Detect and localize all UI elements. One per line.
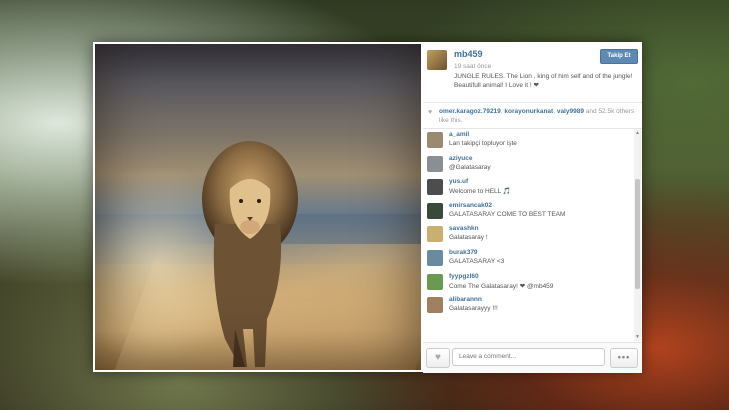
comments-list: a_amil Lan takipçi topluyor işte aziyuce @G… xyxy=(423,129,634,341)
commenter-avatar[interactable] xyxy=(427,273,443,290)
like-user-link[interactable]: valy9989 xyxy=(557,108,584,115)
commenter-avatar[interactable] xyxy=(427,297,443,314)
post-header: mb459 19 saat önce JUNGLE RULES. The Lio… xyxy=(423,42,642,103)
commenter-username[interactable]: savashkn xyxy=(449,225,479,232)
comment-item: fyypgzl60 Come The Galatasaray! ❤ @mb459 xyxy=(423,271,634,295)
commenter-avatar[interactable] xyxy=(427,132,443,148)
comment-text: Lan takipçi topluyor işte xyxy=(449,140,517,147)
commenter-avatar[interactable] xyxy=(427,202,443,219)
comments-scrollbar[interactable]: ▲ ▼ xyxy=(634,129,641,341)
commenter-username[interactable]: alibarannn xyxy=(449,296,482,303)
commenter-avatar[interactable] xyxy=(427,226,443,243)
comment-text: Come The Galatasaray! ❤ @mb459 xyxy=(449,282,554,290)
post-modal: mb459 19 saat önce JUNGLE RULES. The Lio… xyxy=(93,42,642,373)
scrollbar-thumb[interactable] xyxy=(635,179,640,289)
commenter-username[interactable]: yus.uf xyxy=(449,178,468,185)
commenter-username[interactable]: a_amil xyxy=(449,131,469,138)
like-user-link[interactable]: korayonurkanat xyxy=(504,108,553,115)
comment-item: emirsancak02 GALATASARAY COME TO BEST TEA… xyxy=(423,200,634,224)
commenter-username[interactable]: emirsancak02 xyxy=(449,202,492,209)
comment-text: @Galatasaray xyxy=(449,163,491,171)
likes-section: ♥ omer.karagoz.79219, korayonurkanat, va… xyxy=(423,103,642,129)
comment-text: GALATASARAY COME TO BEST TEAM xyxy=(449,210,566,218)
comment-text: Welcome to HELL 🎵 xyxy=(449,188,511,196)
commenter-username[interactable]: aziyuce xyxy=(449,155,473,162)
like-heart-icon[interactable]: ♥ xyxy=(426,348,450,368)
scroll-down-icon[interactable]: ▼ xyxy=(635,334,640,340)
post-caption: JUNGLE RULES. The Lion , king of him sel… xyxy=(454,73,633,89)
post-timestamp: 19 saat önce xyxy=(454,63,492,70)
comment-text: Galatasaray ! xyxy=(449,234,488,242)
photo-vignette xyxy=(95,44,421,370)
commenter-username[interactable]: burak379 xyxy=(449,249,478,256)
author-avatar[interactable] xyxy=(427,50,447,70)
comment-item: aziyuce @Galatasaray xyxy=(423,153,634,177)
post-photo[interactable] xyxy=(95,44,421,370)
commenter-avatar[interactable] xyxy=(427,179,443,196)
heart-icon: ♥ xyxy=(428,109,433,116)
comment-item: a_amil Lan takipçi topluyor işte xyxy=(423,129,634,153)
commenter-avatar[interactable] xyxy=(427,249,443,266)
likes-text: omer.karagoz.79219, korayonurkanat, valy… xyxy=(439,108,635,124)
follow-button[interactable]: Takip Et xyxy=(600,49,638,64)
comment-input[interactable] xyxy=(452,348,605,366)
scroll-up-icon[interactable]: ▲ xyxy=(635,130,640,136)
author-username[interactable]: mb459 xyxy=(454,49,483,59)
comment-item: yus.uf Welcome to HELL 🎵 xyxy=(423,176,634,200)
comment-footer: ♥ ••• xyxy=(423,342,642,373)
comment-text: Galatasarayyy !!! xyxy=(449,305,498,313)
commenter-username[interactable]: fyypgzl60 xyxy=(449,273,479,280)
comment-item: alibarannn Galatasarayyy !!! xyxy=(423,294,634,318)
more-options-button[interactable]: ••• xyxy=(610,348,638,368)
comment-text: GALATASARAY <3 xyxy=(449,257,505,265)
commenter-avatar[interactable] xyxy=(427,155,443,172)
comment-item: burak379 GALATASARAY <3 xyxy=(423,247,634,271)
comment-item: savashkn Galatasaray ! xyxy=(423,223,634,247)
likes-and: and xyxy=(585,108,597,115)
post-sidebar: mb459 19 saat önce JUNGLE RULES. The Lio… xyxy=(423,42,642,373)
like-user-link[interactable]: omer.karagoz.79219 xyxy=(439,108,501,115)
